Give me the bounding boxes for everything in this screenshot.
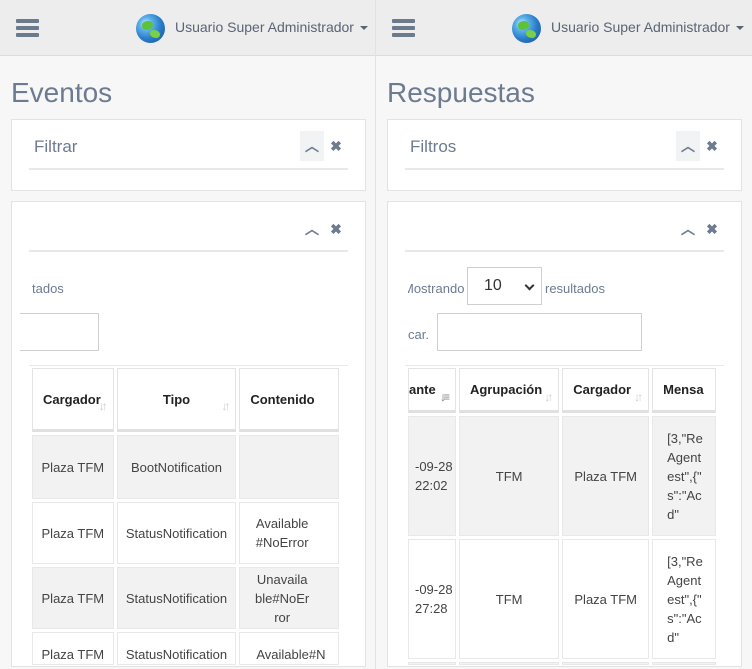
divider <box>29 168 348 170</box>
column-header-agrupacion[interactable]: Agrupación ↓↑ <box>458 368 560 413</box>
cell-agrupacion: TFM <box>458 539 560 659</box>
sort-icon: ↓↑ <box>634 389 643 404</box>
hamburger-icon[interactable] <box>16 19 39 37</box>
sort-icon: ↓↑ <box>544 389 553 404</box>
events-table: Cargador ↓↑ Tipo ↓↑ Contenido Plaza TFM Boo… <box>32 366 342 668</box>
show-suffix: resultados <box>545 281 605 296</box>
close-icon[interactable]: ✖ <box>324 131 348 161</box>
cell-tipo: StatusNotification <box>116 567 237 629</box>
table-header-row: ante ↓≡ Agrupación ↓↑ Cargador ↓↑ Mensa <box>408 368 716 413</box>
column-header-cargador[interactable]: Cargador ↓↑ <box>32 368 114 432</box>
close-icon[interactable]: ✖ <box>700 131 724 161</box>
close-icon[interactable]: ✖ <box>700 214 724 244</box>
cell-cargador: Plaza TFM <box>562 416 650 536</box>
eventos-pane: Usuario Super Administrador Eventos Filt… <box>0 0 376 669</box>
search-label: car. <box>408 327 429 342</box>
cell-contenido: Unavailable#NoError <box>239 567 339 629</box>
column-header-cargador[interactable]: Cargador ↓↑ <box>562 368 650 413</box>
divider <box>29 250 348 252</box>
chevron-up-icon[interactable]: ︿ <box>676 131 700 161</box>
user-menu[interactable]: Usuario Super Administrador <box>175 19 368 35</box>
top-navbar: Usuario Super Administrador <box>0 0 375 56</box>
page-title: Eventos <box>11 77 113 108</box>
chevron-up-icon[interactable]: ︿ <box>300 214 324 244</box>
page-size-select[interactable]: 10 <box>467 267 542 305</box>
cell-tipo: StatusNotification <box>116 632 237 665</box>
column-header-tipo[interactable]: Tipo ↓↑ <box>116 368 237 432</box>
sort-icon: ↓↑ <box>98 399 108 413</box>
globe-icon <box>136 14 165 43</box>
responses-table-wrapper[interactable]: ante ↓≡ Agrupación ↓↑ Cargador ↓↑ Mensa -09… <box>408 366 722 669</box>
search-input[interactable] <box>437 313 642 351</box>
respuestas-pane: Usuario Super Administrador Respuestas F… <box>376 0 752 669</box>
events-table-wrapper[interactable]: Cargador ↓↑ Tipo ↓↑ Contenido Plaza TFM Boo… <box>32 366 345 669</box>
cell-instante: -09-28 22:02 <box>408 416 456 536</box>
table-header-row: Cargador ↓↑ Tipo ↓↑ Contenido <box>32 368 339 432</box>
cell-instante: -09-28 27:28 <box>408 539 456 659</box>
search-input[interactable] <box>20 313 99 351</box>
sort-icon: ↓↑ <box>221 399 230 413</box>
table-row[interactable]: -09-28 27:28 TFM Plaza TFM [3,"Re Agent est… <box>408 539 716 659</box>
cell-agrupacion: TFM <box>458 416 560 536</box>
page-title: Respuestas <box>387 77 535 108</box>
table-row[interactable] <box>408 662 716 665</box>
results-label: tados <box>32 281 64 296</box>
filter-card: Filtrar ︿ ✖ <box>11 119 366 191</box>
table-row[interactable]: Plaza TFM StatusNotification Available#NoE… <box>32 502 339 564</box>
chevron-up-icon[interactable]: ︿ <box>300 131 324 161</box>
caret-down-icon <box>735 26 744 31</box>
cell-cargador: Plaza TFM <box>562 539 650 659</box>
top-navbar: Usuario Super Administrador <box>376 0 752 56</box>
user-name: Usuario Super Administrador <box>551 19 730 35</box>
card-title: Filtros <box>410 137 457 156</box>
card-title: Filtrar <box>34 137 78 156</box>
caret-down-icon <box>359 26 368 31</box>
sort-desc-icon: ↓≡ <box>439 389 450 404</box>
list-controls: Mostrando 10 resultados car. <box>408 260 721 360</box>
column-header-contenido[interactable]: Contenido <box>239 368 339 432</box>
column-header-mensaje[interactable]: Mensa <box>652 368 716 413</box>
user-menu[interactable]: Usuario Super Administrador <box>551 19 744 35</box>
column-header-instante[interactable]: ante ↓≡ <box>408 368 456 413</box>
table-row[interactable]: -09-28 22:02 TFM Plaza TFM [3,"Re Agent est… <box>408 416 716 536</box>
hamburger-icon[interactable] <box>392 19 415 37</box>
cell-tipo: StatusNotification <box>116 502 237 564</box>
divider <box>405 250 724 252</box>
show-prefix: Mostrando <box>408 281 465 296</box>
cell-contenido <box>239 435 339 499</box>
table-row[interactable]: Plaza TFM BootNotification <box>32 435 339 499</box>
cell-cargador: Plaza TFM <box>32 502 114 564</box>
cell-contenido: Available#N <box>239 632 339 665</box>
cell-cargador: Plaza TFM <box>32 567 114 629</box>
divider <box>405 168 724 170</box>
chevron-down-icon <box>524 280 535 291</box>
table-row[interactable]: Plaza TFM StatusNotification Unavailable#N… <box>32 567 339 629</box>
user-name: Usuario Super Administrador <box>175 19 354 35</box>
chevron-up-icon[interactable]: ︿ <box>676 214 700 244</box>
cell-cargador: Plaza TFM <box>32 435 114 499</box>
table-row[interactable]: Plaza TFM StatusNotification Available#N <box>32 632 339 665</box>
cell-cargador: Plaza TFM <box>32 632 114 665</box>
cell-contenido: Available#NoError <box>239 502 339 564</box>
globe-icon <box>512 14 541 43</box>
cell-tipo: BootNotification <box>116 435 237 499</box>
responses-table: ante ↓≡ Agrupación ↓↑ Cargador ↓↑ Mensa -09… <box>408 366 719 668</box>
cell-mensaje: [3,"Re Agent est",{" s":"Ac d" <box>652 539 716 659</box>
close-icon[interactable]: ✖ <box>324 214 348 244</box>
cell-mensaje: [3,"Re Agent est",{" s":"Ac d" <box>652 416 716 536</box>
filter-card: Filtros ︿ ✖ <box>387 119 742 191</box>
